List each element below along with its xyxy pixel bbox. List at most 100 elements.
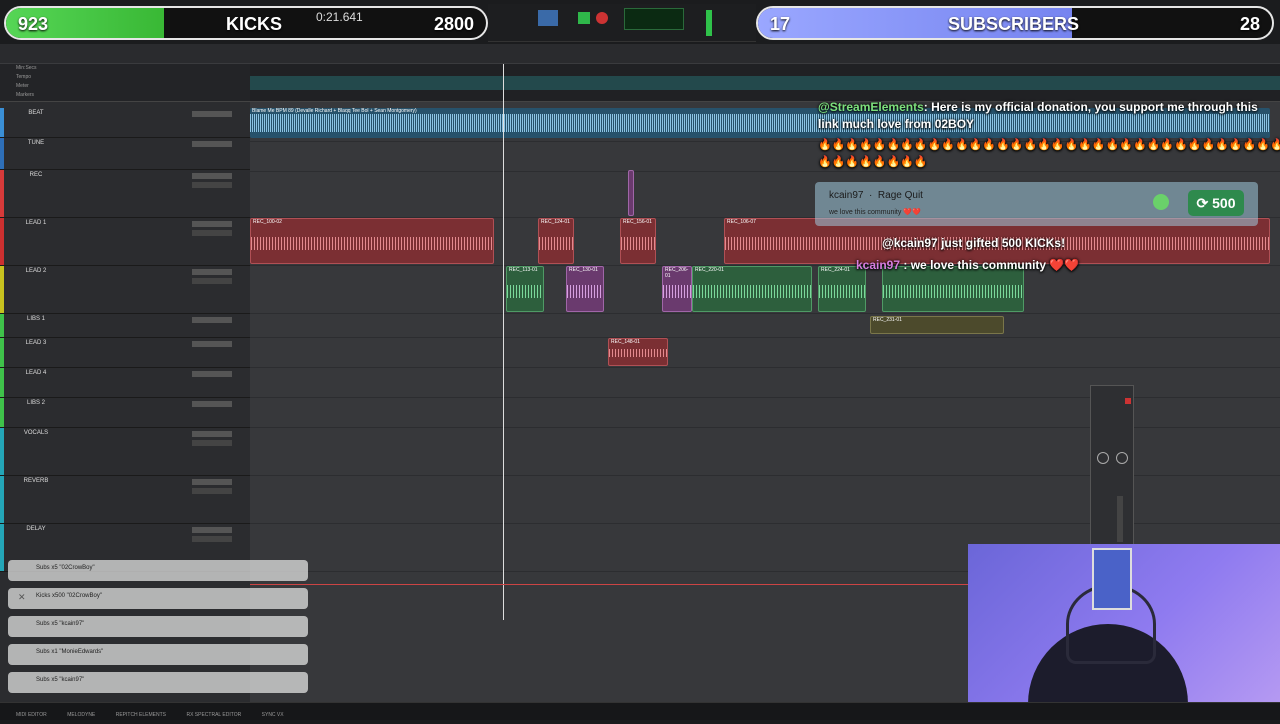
insert-slot[interactable] xyxy=(192,317,232,323)
record-line xyxy=(250,584,970,585)
level-meter xyxy=(706,10,712,36)
insert-slot[interactable] xyxy=(192,141,232,147)
track-header-lead-4[interactable]: LEAD 4 xyxy=(0,368,250,398)
knob-icon[interactable] xyxy=(1116,452,1128,464)
track-header-libs-1[interactable]: LIBS 1 xyxy=(0,314,250,338)
playhead-cursor[interactable] xyxy=(503,64,504,620)
rage-quit-amount: ⟳ 500 xyxy=(1188,190,1244,216)
insert-slot[interactable] xyxy=(192,221,232,227)
audio-clip-lead-2[interactable] xyxy=(882,266,1024,312)
chat-fire-row: 🔥🔥🔥🔥🔥🔥🔥🔥 xyxy=(818,156,928,168)
lane-libs-1 xyxy=(250,314,1280,338)
bottom-tab-midi-editor[interactable]: MIDI EDITOR xyxy=(16,712,47,718)
tempo-display xyxy=(624,8,684,30)
ruler-label-meter: Meter xyxy=(16,83,29,89)
track-header-rec[interactable]: REC xyxy=(0,170,250,218)
audio-clip-lead-2[interactable]: REC_113-01 xyxy=(506,266,544,312)
track-header-lead-1[interactable]: LEAD 1 xyxy=(0,218,250,266)
close-icon[interactable] xyxy=(1125,398,1131,404)
chat-gift-message: @kcain97 just gifted 500 KICKs! xyxy=(882,236,1066,250)
track-name: BEAT xyxy=(28,110,44,116)
timeline-ruler[interactable] xyxy=(250,64,1280,102)
daw-toolbar xyxy=(0,44,1280,64)
track-name: LEAD 1 xyxy=(25,220,47,226)
audio-clip-lead-2[interactable]: REC_206-01 xyxy=(662,266,692,312)
insert-slot[interactable] xyxy=(192,536,232,542)
insert-slot[interactable] xyxy=(192,371,232,377)
track-color xyxy=(0,218,4,265)
insert-slot[interactable] xyxy=(192,182,232,188)
track-color xyxy=(0,428,4,475)
audio-clip-lead-2[interactable]: REC_224-01 xyxy=(818,266,866,312)
insert-slot[interactable] xyxy=(192,341,232,347)
track-name: VOCALS xyxy=(23,430,49,436)
chat-username: kcain97 xyxy=(856,258,901,272)
ruler-label-tempo: Tempo xyxy=(16,74,32,80)
insert-slot[interactable] xyxy=(192,431,232,437)
track-header-lead-3[interactable]: LEAD 3 xyxy=(0,338,250,368)
kicks-current: 923 xyxy=(18,14,49,34)
insert-slot[interactable] xyxy=(192,479,232,485)
waveform xyxy=(663,284,691,298)
chat-text: : we love this community ❤️❤️ xyxy=(903,258,1080,272)
insert-slot[interactable] xyxy=(192,278,232,284)
track-header-reverb[interactable]: REVERB xyxy=(0,476,250,524)
insert-slot[interactable] xyxy=(192,401,232,407)
audio-clip-lead-2[interactable]: REC_220-01 xyxy=(692,266,812,312)
waveform xyxy=(819,284,865,298)
coin-icon xyxy=(1153,194,1169,210)
play-icon[interactable] xyxy=(538,10,558,26)
insert-slot[interactable] xyxy=(192,488,232,494)
lane-lead-3 xyxy=(250,338,1280,368)
amount-value: 500 xyxy=(1212,195,1236,211)
record-icon[interactable] xyxy=(596,12,608,24)
track-color xyxy=(0,170,4,217)
audio-clip-lead-1[interactable]: REC_100-02 xyxy=(250,218,494,264)
audio-clip-libs-1[interactable]: REC_231-01 xyxy=(870,316,1004,334)
fader[interactable] xyxy=(1117,496,1123,542)
insert-slot[interactable] xyxy=(192,173,232,179)
insert-slot[interactable] xyxy=(192,230,232,236)
rage-quit-user: kcain97 · Rage Quit xyxy=(829,190,923,201)
waveform xyxy=(507,284,543,298)
alert-username: kcain97 xyxy=(829,190,864,201)
track-header-vocals[interactable]: VOCALS xyxy=(0,428,250,476)
knob-icon[interactable] xyxy=(1097,452,1109,464)
track-name: DELAY xyxy=(26,526,46,532)
audio-clip-lead-1[interactable]: REC_156-01 xyxy=(620,218,656,264)
event-text: Subs x1 "MonieEdwards" xyxy=(36,649,104,655)
insert-slot[interactable] xyxy=(192,111,232,117)
insert-slot[interactable] xyxy=(192,527,232,533)
clip-name: REC_113-01 xyxy=(509,267,538,273)
bottom-tab-melodyne[interactable]: MELODYNE xyxy=(67,712,95,718)
insert-slot[interactable] xyxy=(192,269,232,275)
track-headers: BEAT TUNE REC LEAD 1 LEAD 2 LIBS 1 LEAD … xyxy=(0,102,250,702)
track-header-lead-2[interactable]: LEAD 2 xyxy=(0,266,250,314)
bottom-tab-sync-vx[interactable]: SYNC VX xyxy=(262,712,284,718)
track-header-libs-2[interactable]: LIBS 2 xyxy=(0,398,250,428)
clip-name: REC_100-02 xyxy=(253,219,282,225)
ruler-labels: Min:Secs Tempo Meter Markers xyxy=(0,64,250,102)
bottom-tab-rx[interactable]: RX SPECTRAL EDITOR xyxy=(186,712,241,718)
clip-name: REC_156-01 xyxy=(623,219,652,225)
event-text: Kicks x500 "02CrowBoy" xyxy=(36,593,102,599)
audio-clip-lead-2[interactable]: REC_130-01 xyxy=(566,266,604,312)
loop-icon[interactable] xyxy=(578,12,590,24)
bottom-tab-repitch[interactable]: REPITCH ELEMENTS xyxy=(116,712,166,718)
close-icon[interactable]: ✕ xyxy=(18,592,26,603)
event-text: Subs x5 "02CrowBoy" xyxy=(36,565,95,571)
waveform xyxy=(567,284,603,298)
track-header-beat[interactable]: BEAT xyxy=(0,108,250,138)
clip-name: REC_148-01 xyxy=(611,339,640,345)
track-header-tune[interactable]: TUNE xyxy=(0,138,250,170)
event-item: Subs x5 "kcain97" xyxy=(8,672,308,693)
track-color xyxy=(0,266,4,313)
insert-slot[interactable] xyxy=(192,440,232,446)
event-item: Subs x5 "02CrowBoy" xyxy=(8,560,308,581)
audio-clip-lead-3[interactable]: REC_148-01 xyxy=(608,338,668,366)
track-color xyxy=(0,138,4,169)
audio-clip-lead-1[interactable]: REC_124-01 xyxy=(538,218,574,264)
audio-clip-rec[interactable] xyxy=(628,170,634,216)
plugin-window[interactable] xyxy=(1090,385,1134,545)
clip-name: REC_206-01 xyxy=(665,267,689,279)
